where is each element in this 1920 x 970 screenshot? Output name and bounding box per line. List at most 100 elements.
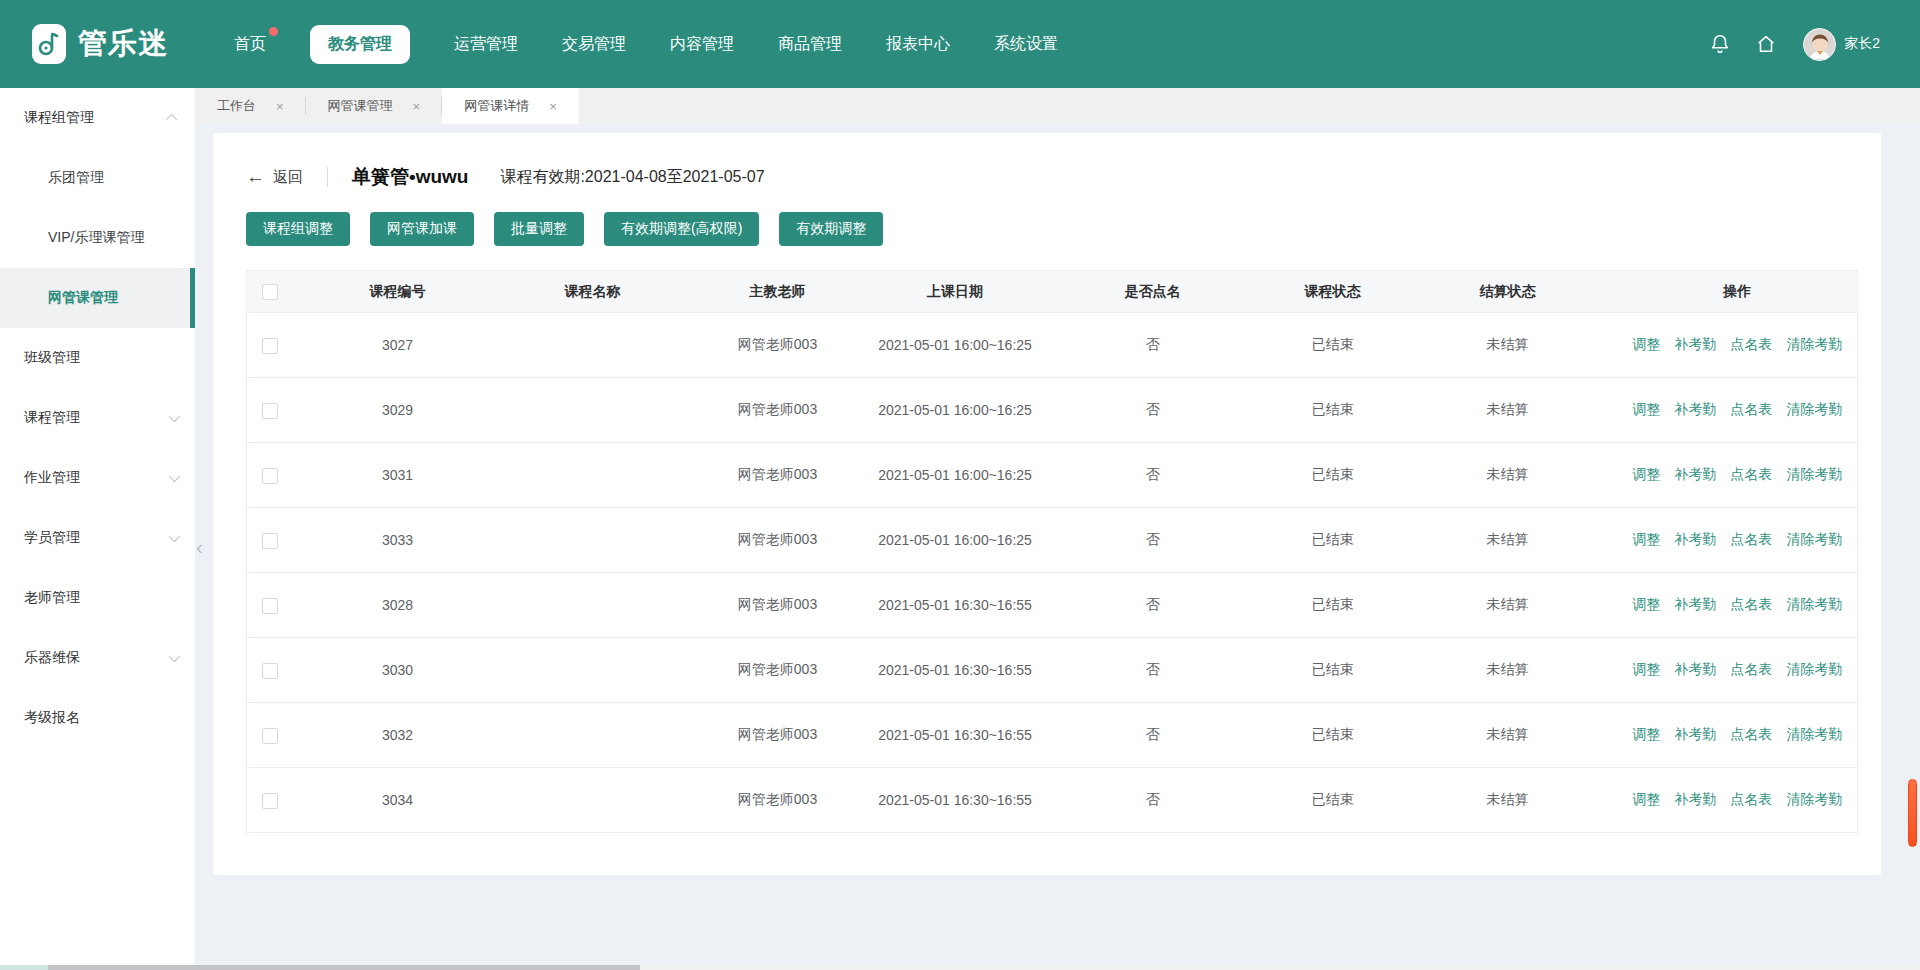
select-all-checkbox[interactable]	[262, 284, 278, 300]
op-link-2[interactable]: 补考勤	[1674, 596, 1716, 612]
bell-icon[interactable]	[1709, 33, 1731, 55]
op-link-1[interactable]: 调整	[1632, 726, 1660, 742]
op-link-2[interactable]: 补考勤	[1674, 336, 1716, 352]
table-row: 3028网管老师0032021-05-01 16:30~16:55否已结束未结算…	[247, 573, 1858, 638]
sidebar-item-4[interactable]: 网管课管理	[0, 268, 195, 328]
op-link-2[interactable]: 补考勤	[1674, 791, 1716, 807]
row-checkbox[interactable]	[262, 793, 278, 809]
back-button[interactable]: ← 返回	[246, 166, 303, 188]
op-link-1[interactable]: 调整	[1632, 336, 1660, 352]
op-link-1[interactable]: 调整	[1632, 401, 1660, 417]
column-header-6: 课程状态	[1268, 271, 1398, 313]
main-nav: 首页 教务管理 运营管理 交易管理 内容管理 商品管理 报表中心 系统设置	[234, 25, 1102, 64]
row-checkbox[interactable]	[262, 663, 278, 679]
column-header-7: 结算状态	[1398, 271, 1618, 313]
sidebar-item-10[interactable]: 乐器维保	[0, 628, 195, 688]
action-button-1[interactable]: 课程组调整	[246, 212, 350, 246]
horizontal-scrollbar-thumb[interactable]	[48, 965, 640, 970]
row-checkbox[interactable]	[262, 338, 278, 354]
op-link-1[interactable]: 调整	[1632, 661, 1660, 677]
sidebar-item-6[interactable]: 课程管理	[0, 388, 195, 448]
tab-close-icon[interactable]: ×	[549, 99, 557, 114]
brand[interactable]: 管乐迷	[32, 24, 168, 64]
row-checkbox[interactable]	[262, 728, 278, 744]
sidebar-item-11[interactable]: 考级报名	[0, 688, 195, 748]
nav-item-3[interactable]: 运营管理	[454, 25, 518, 64]
op-link-2[interactable]: 补考勤	[1674, 726, 1716, 742]
cell-name	[503, 703, 683, 768]
row-checkbox[interactable]	[262, 403, 278, 419]
sidebar-item-3[interactable]: VIP/乐理课管理	[0, 208, 195, 268]
divider	[327, 167, 328, 187]
home-icon[interactable]	[1755, 33, 1777, 55]
sidebar-item-1[interactable]: 课程组管理	[0, 88, 195, 148]
cell-status: 已结束	[1268, 638, 1398, 703]
vertical-scrollbar-thumb[interactable]	[1908, 779, 1917, 847]
op-link-3[interactable]: 点名表	[1730, 661, 1772, 677]
op-link-4[interactable]: 清除考勤	[1786, 791, 1842, 807]
nav-item-1[interactable]: 首页	[234, 25, 266, 64]
op-link-4[interactable]: 清除考勤	[1786, 726, 1842, 742]
cell-status: 已结束	[1268, 768, 1398, 833]
table-header-row: 课程编号课程名称主教老师上课日期是否点名课程状态结算状态操作	[247, 271, 1858, 313]
sidebar-item-2[interactable]: 乐团管理	[0, 148, 195, 208]
nav-item-2[interactable]: 教务管理	[310, 25, 410, 64]
tab-2[interactable]: 网管课管理 ×	[306, 88, 443, 124]
nav-item-5[interactable]: 内容管理	[670, 25, 734, 64]
nav-item-7[interactable]: 报表中心	[886, 25, 950, 64]
row-checkbox[interactable]	[262, 468, 278, 484]
row-checkbox[interactable]	[262, 533, 278, 549]
nav-item-4[interactable]: 交易管理	[562, 25, 626, 64]
op-link-4[interactable]: 清除考勤	[1786, 401, 1842, 417]
sidebar-item-8[interactable]: 学员管理	[0, 508, 195, 568]
cell-name	[503, 768, 683, 833]
op-link-4[interactable]: 清除考勤	[1786, 531, 1842, 547]
column-header-2: 课程名称	[503, 271, 683, 313]
op-link-2[interactable]: 补考勤	[1674, 401, 1716, 417]
op-link-3[interactable]: 点名表	[1730, 336, 1772, 352]
op-link-3[interactable]: 点名表	[1730, 531, 1772, 547]
op-link-3[interactable]: 点名表	[1730, 466, 1772, 482]
action-button-3[interactable]: 批量调整	[494, 212, 584, 246]
nav-item-label: 交易管理	[562, 35, 626, 52]
op-link-3[interactable]: 点名表	[1730, 596, 1772, 612]
op-link-1[interactable]: 调整	[1632, 466, 1660, 482]
cell-id: 3029	[293, 378, 503, 443]
tab-1[interactable]: 工作台×	[195, 88, 306, 124]
op-link-2[interactable]: 补考勤	[1674, 466, 1716, 482]
tab-close-icon[interactable]: ×	[276, 99, 284, 114]
tab-close-icon[interactable]: ×	[413, 99, 421, 114]
cell-rollcall: 否	[1038, 638, 1268, 703]
sidebar-item-label: 老师管理	[24, 589, 80, 607]
op-link-3[interactable]: 点名表	[1730, 791, 1772, 807]
op-link-3[interactable]: 点名表	[1730, 726, 1772, 742]
action-button-2[interactable]: 网管课加课	[370, 212, 474, 246]
op-link-1[interactable]: 调整	[1632, 531, 1660, 547]
action-button-4[interactable]: 有效期调整(高权限)	[604, 212, 759, 246]
op-link-2[interactable]: 补考勤	[1674, 661, 1716, 677]
op-link-3[interactable]: 点名表	[1730, 401, 1772, 417]
tab-label: 网管课管理	[328, 97, 393, 115]
op-link-1[interactable]: 调整	[1632, 596, 1660, 612]
op-link-4[interactable]: 清除考勤	[1786, 596, 1842, 612]
op-link-4[interactable]: 清除考勤	[1786, 336, 1842, 352]
sidebar-item-5[interactable]: 班级管理	[0, 328, 195, 388]
cell-date: 2021-05-01 16:00~16:25	[873, 378, 1038, 443]
avatar[interactable]	[1803, 28, 1836, 61]
op-link-2[interactable]: 补考勤	[1674, 531, 1716, 547]
tab-3[interactable]: 网管课详情×	[442, 88, 579, 124]
nav-item-label: 系统设置	[994, 35, 1058, 52]
op-link-4[interactable]: 清除考勤	[1786, 661, 1842, 677]
op-link-4[interactable]: 清除考勤	[1786, 466, 1842, 482]
sidebar-item-7[interactable]: 作业管理	[0, 448, 195, 508]
horizontal-scrollbar[interactable]	[0, 965, 1920, 970]
row-checkbox[interactable]	[262, 598, 278, 614]
user-name[interactable]: 家长2	[1844, 35, 1880, 53]
nav-item-8[interactable]: 系统设置	[994, 25, 1058, 64]
table-row: 3029网管老师0032021-05-01 16:00~16:25否已结束未结算…	[247, 378, 1858, 443]
op-link-1[interactable]: 调整	[1632, 791, 1660, 807]
sidebar-item-9[interactable]: 老师管理	[0, 568, 195, 628]
nav-item-6[interactable]: 商品管理	[778, 25, 842, 64]
row-checkbox-cell	[247, 508, 293, 573]
action-button-5[interactable]: 有效期调整	[779, 212, 883, 246]
